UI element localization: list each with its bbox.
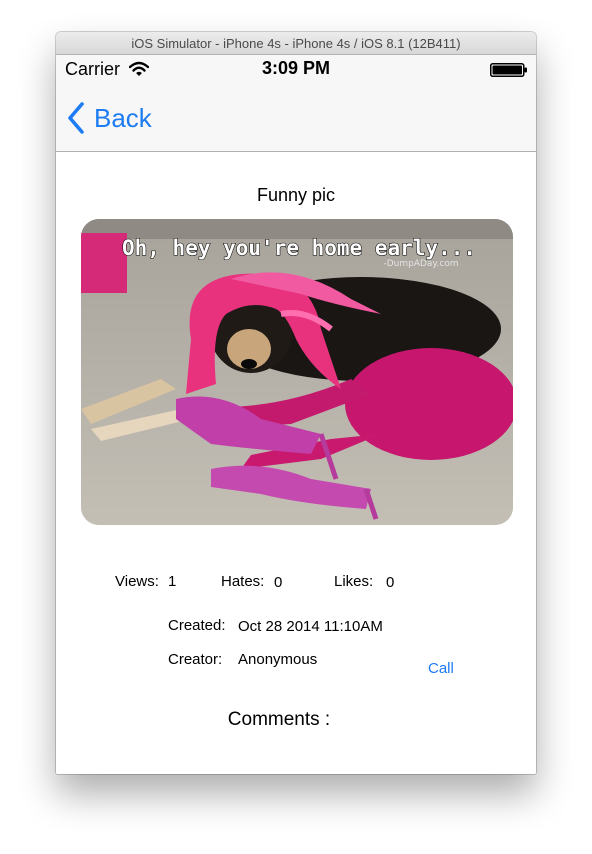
- back-chevron-icon: [68, 102, 84, 134]
- views-value: 1: [168, 573, 177, 590]
- created-label: Created:: [168, 617, 226, 634]
- likes-value: 0: [386, 574, 395, 591]
- simulator-window: iOS Simulator - iPhone 4s - iPhone 4s / …: [56, 32, 536, 774]
- meme-caption: Oh, hey you're home early...: [122, 236, 476, 260]
- navigation-bar: Carrier 3:09 PM Back: [56, 55, 536, 152]
- picture-title: Funny pic: [256, 185, 336, 205]
- comments-heading: Comments :: [227, 709, 331, 730]
- back-label: Back: [94, 102, 152, 133]
- call-button[interactable]: Call: [428, 660, 454, 677]
- dog-in-wig-image: Oh, hey you're home early... -DumpADay.c…: [81, 219, 513, 525]
- hates-label: Hates:: [221, 573, 265, 590]
- views-label: Views:: [115, 573, 159, 590]
- back-button[interactable]: Back: [67, 100, 152, 136]
- funny-photo[interactable]: Oh, hey you're home early... -DumpADay.c…: [81, 219, 513, 525]
- hates-value: 0: [274, 574, 283, 591]
- creator-value: Anonymous: [238, 651, 318, 668]
- battery-icon: [490, 63, 527, 77]
- meme-watermark: -DumpADay.com: [383, 259, 458, 269]
- likes-label: Likes:: [334, 573, 374, 590]
- creator-label: Creator:: [168, 651, 223, 668]
- status-time: 3:09 PM: [261, 58, 331, 78]
- created-value: Oct 28 2014 11:10AM: [238, 618, 383, 635]
- window-titlebar[interactable]: iOS Simulator - iPhone 4s - iPhone 4s / …: [56, 32, 536, 55]
- app-screen: Carrier 3:09 PM Back Funny pic Oh, hey y…: [56, 55, 536, 774]
